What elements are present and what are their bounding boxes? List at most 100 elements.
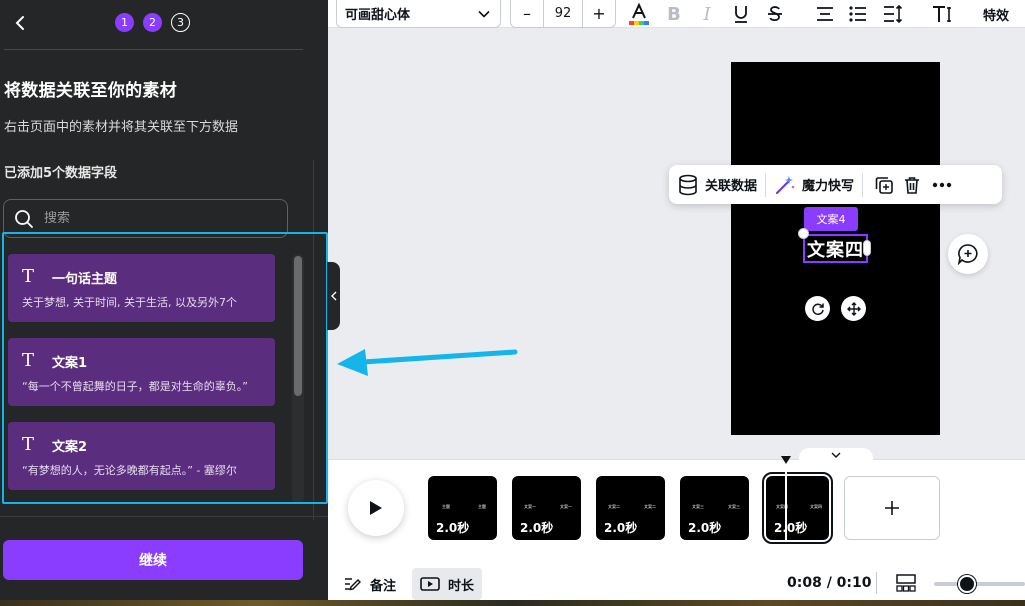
- resize-handle[interactable]: [863, 240, 871, 256]
- database-icon: [679, 174, 697, 195]
- duration-button[interactable]: 时长: [412, 568, 483, 600]
- thumb-text: 文案一: [524, 504, 536, 509]
- rotate-icon: [811, 303, 824, 315]
- video-timeline-icon: [420, 577, 440, 591]
- trash-icon: [905, 176, 920, 194]
- field-preview: 关于梦想, 关于时间, 关于生活, 以及另外7个: [22, 296, 237, 309]
- decrease-size-button[interactable]: –: [511, 0, 543, 28]
- play-button[interactable]: [348, 480, 404, 536]
- annotation-arrow: [337, 349, 518, 376]
- step-indicator: 1 2 3: [115, 13, 190, 32]
- data-field-card[interactable]: T 文案2 “有梦想的人，无论多晚都有起点。” - 塞缪尔: [8, 422, 275, 490]
- text-color-button[interactable]: [627, 2, 651, 26]
- data-panel: 1 2 3 将数据关联至你的素材 右击页面中的素材并将其关联至下方数据 已添加5…: [0, 0, 328, 606]
- page-thumbnail[interactable]: 文案三 文案三 2.0秒: [680, 476, 749, 540]
- play-icon: [370, 501, 382, 515]
- page-duration: 2.0秒: [774, 521, 808, 535]
- magic-write-label: 魔力快写: [802, 179, 855, 194]
- panel-subtitle: 右击页面中的素材并将其关联至下方数据: [4, 120, 239, 135]
- page-duration: 2.0秒: [604, 521, 638, 535]
- move-button[interactable]: [841, 296, 866, 321]
- move-icon: [846, 301, 861, 316]
- page-thumbnail[interactable]: 文案一 文案一 2.0秒: [512, 476, 581, 540]
- notes-button[interactable]: 备注: [336, 568, 404, 600]
- text-size-icon[interactable]: [930, 2, 954, 26]
- thumb-text: 主题: [478, 504, 486, 509]
- add-comment-button[interactable]: [948, 234, 988, 274]
- thumb-text: 文案四: [810, 504, 822, 509]
- more-options-button[interactable]: [929, 165, 955, 204]
- timecode: 0:08 / 0:10: [787, 575, 872, 591]
- thumb-text: 文案三: [728, 504, 740, 509]
- chevron-left-icon: [330, 291, 336, 301]
- page-duration: 2.0秒: [520, 521, 554, 535]
- text-type-icon: T: [22, 434, 35, 455]
- data-field-card[interactable]: T 一句话主题 关于梦想, 关于时间, 关于生活, 以及另外7个: [8, 254, 275, 322]
- align-center-icon[interactable]: [813, 2, 837, 26]
- data-field-list: T 一句话主题 关于梦想, 关于时间, 关于生活, 以及另外7个 T 文案1 “…: [2, 232, 328, 504]
- timeline-toggle[interactable]: [799, 448, 873, 462]
- text-type-icon: T: [22, 266, 35, 287]
- link-data-label: 关联数据: [705, 179, 758, 194]
- grid-view-icon[interactable]: [895, 573, 917, 593]
- increase-size-button[interactable]: +: [583, 0, 615, 28]
- divider: [0, 516, 328, 517]
- collapse-panel-button[interactable]: [327, 262, 340, 330]
- font-name: 可画甜心体: [345, 8, 411, 23]
- data-field-card[interactable]: T 文案1 “每一个不曾起舞的日子，都是对生命的辜负。”: [8, 338, 275, 406]
- thumb-text: 主题: [442, 504, 450, 509]
- search-icon: [15, 209, 33, 228]
- back-button[interactable]: [10, 12, 30, 34]
- continue-button[interactable]: 继续: [3, 540, 303, 580]
- spacing-icon[interactable]: [881, 2, 905, 26]
- font-selector[interactable]: 可画甜心体: [336, 0, 501, 28]
- page-thumbnail[interactable]: 文案二 文案二 2.0秒: [596, 476, 665, 540]
- desktop-background-strip: [0, 600, 1025, 606]
- magic-wand-icon: [775, 175, 795, 194]
- delete-button[interactable]: [899, 165, 925, 204]
- plus-icon: [885, 501, 899, 515]
- page-thumbnail-selected[interactable]: 文案四 文案四 2.0秒: [762, 472, 833, 544]
- field-name: 一句话主题: [52, 271, 118, 287]
- step-3[interactable]: 3: [171, 13, 190, 32]
- field-name: 文案1: [52, 355, 88, 371]
- zoom-slider-track[interactable]: [934, 582, 1025, 586]
- thumb-text: 文案二: [608, 504, 620, 509]
- rotate-button[interactable]: [805, 296, 830, 321]
- effects-button[interactable]: 特效: [983, 5, 1009, 24]
- comment-plus-icon: [957, 244, 978, 265]
- panel-title: 将数据关联至你的素材: [4, 81, 177, 101]
- playhead[interactable]: [785, 455, 787, 541]
- data-link-tag: 文案4: [804, 207, 858, 231]
- page-thumbnail[interactable]: 主题 主题 2.0秒: [428, 476, 497, 540]
- page-duration: 2.0秒: [688, 521, 722, 535]
- list-icon[interactable]: [846, 2, 870, 26]
- resize-handle[interactable]: [798, 228, 809, 239]
- field-name: 文案2: [52, 439, 88, 455]
- search-input[interactable]: [44, 211, 264, 226]
- list-scrollbar[interactable]: [294, 256, 302, 396]
- divider: [876, 572, 877, 594]
- underline-icon[interactable]: [729, 2, 753, 26]
- step-2[interactable]: 2: [143, 13, 162, 32]
- strikethrough-icon[interactable]: [763, 2, 787, 26]
- italic-icon[interactable]: I: [695, 2, 719, 26]
- chevron-down-icon: [478, 10, 490, 18]
- selected-text-element[interactable]: 文案四: [803, 234, 868, 263]
- font-size-input[interactable]: 92: [543, 0, 583, 28]
- duplicate-icon: [875, 176, 893, 194]
- notes-icon: [345, 578, 361, 591]
- duplicate-button[interactable]: [871, 165, 897, 204]
- playhead-marker-icon[interactable]: [780, 455, 792, 465]
- font-size-stepper: – 92 +: [510, 0, 616, 28]
- step-1[interactable]: 1: [115, 13, 134, 32]
- thumb-text: 文案三: [692, 504, 704, 509]
- field-preview: “有梦想的人，无论多晚都有起点。” - 塞缪尔: [22, 464, 237, 477]
- divider: [4, 49, 303, 50]
- magic-write-button[interactable]: 魔力快写: [766, 165, 862, 204]
- zoom-slider-thumb[interactable]: [958, 575, 976, 593]
- add-page-button[interactable]: [844, 476, 940, 540]
- link-data-button[interactable]: 关联数据: [669, 165, 765, 204]
- bold-icon[interactable]: B: [662, 2, 686, 26]
- more-icon: [932, 182, 952, 187]
